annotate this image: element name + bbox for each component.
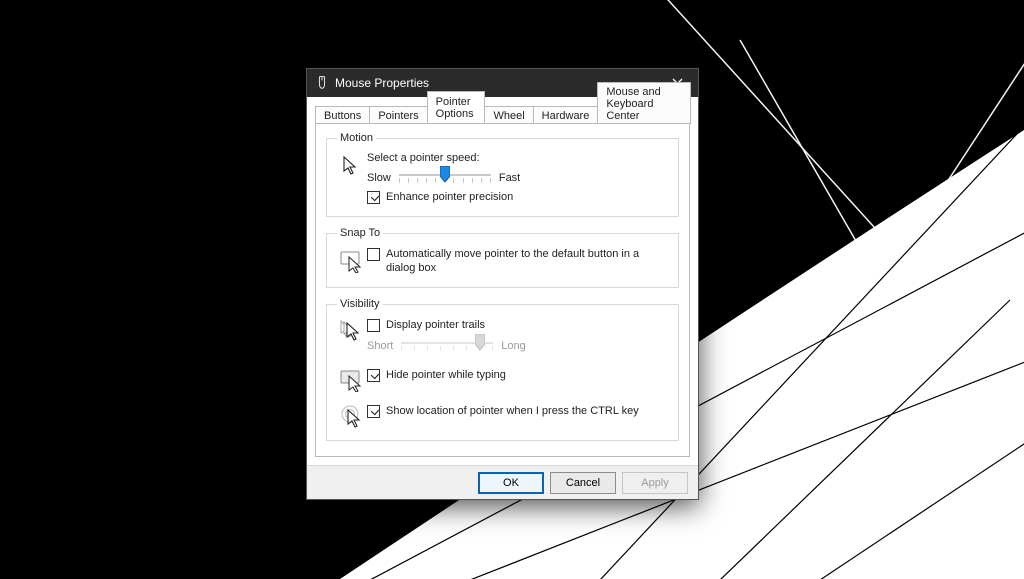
cancel-button[interactable]: Cancel xyxy=(550,472,616,494)
tab-strip: Buttons Pointers Pointer Options Wheel H… xyxy=(315,103,690,123)
pointer-speed-slider[interactable] xyxy=(399,170,491,186)
trails-short-label: Short xyxy=(367,340,393,352)
trails-icon xyxy=(337,318,367,344)
checkbox-icon xyxy=(367,319,380,332)
client-area: Buttons Pointers Pointer Options Wheel H… xyxy=(307,97,698,465)
group-motion: Motion Select a pointer speed: Slow xyxy=(326,132,679,217)
checkbox-icon xyxy=(367,405,380,418)
auto-move-checkbox[interactable]: Automatically move pointer to the defaul… xyxy=(367,247,668,275)
checkbox-icon xyxy=(367,248,380,261)
tab-buttons[interactable]: Buttons xyxy=(315,106,370,124)
trails-long-label: Long xyxy=(501,340,525,352)
apply-button[interactable]: Apply xyxy=(622,472,688,494)
tab-pointer-options[interactable]: Pointer Options xyxy=(427,91,486,123)
mouse-properties-dialog: Mouse Properties Buttons Pointers Pointe… xyxy=(306,68,699,500)
checkbox-icon xyxy=(367,191,380,204)
enhance-precision-label: Enhance pointer precision xyxy=(386,190,513,204)
dialog-footer: OK Cancel Apply xyxy=(307,465,698,499)
checkbox-icon xyxy=(367,369,380,382)
show-ctrl-icon xyxy=(337,402,367,428)
motion-pointer-icon xyxy=(337,152,367,178)
hide-typing-icon xyxy=(337,366,367,392)
tab-page-pointer-options: Motion Select a pointer speed: Slow xyxy=(315,123,690,457)
enhance-precision-checkbox[interactable]: Enhance pointer precision xyxy=(367,190,668,204)
speed-fast-label: Fast xyxy=(499,172,520,184)
group-snap-to: Snap To Automatically move pointer to th… xyxy=(326,227,679,288)
show-ctrl-checkbox[interactable]: Show location of pointer when I press th… xyxy=(367,404,668,418)
tab-wheel[interactable]: Wheel xyxy=(484,106,533,124)
group-visibility: Visibility xyxy=(326,298,679,441)
snap-to-icon xyxy=(337,247,367,273)
display-trails-checkbox[interactable]: Display pointer trails xyxy=(367,318,668,332)
select-speed-label: Select a pointer speed: xyxy=(367,152,668,164)
hide-typing-checkbox[interactable]: Hide pointer while typing xyxy=(367,368,668,382)
speed-slow-label: Slow xyxy=(367,172,391,184)
group-motion-legend: Motion xyxy=(337,132,376,144)
auto-move-label: Automatically move pointer to the defaul… xyxy=(386,247,668,275)
tab-pointers[interactable]: Pointers xyxy=(369,106,427,124)
hide-typing-label: Hide pointer while typing xyxy=(386,368,506,382)
group-snap-to-legend: Snap To xyxy=(337,227,383,239)
mouse-icon xyxy=(315,76,329,90)
tab-mouse-keyboard-center[interactable]: Mouse and Keyboard Center xyxy=(597,82,691,124)
pointer-trails-slider xyxy=(401,338,493,354)
show-ctrl-label: Show location of pointer when I press th… xyxy=(386,404,639,418)
ok-button[interactable]: OK xyxy=(478,472,544,494)
display-trails-label: Display pointer trails xyxy=(386,318,485,332)
tab-hardware[interactable]: Hardware xyxy=(533,106,599,124)
group-visibility-legend: Visibility xyxy=(337,298,383,310)
